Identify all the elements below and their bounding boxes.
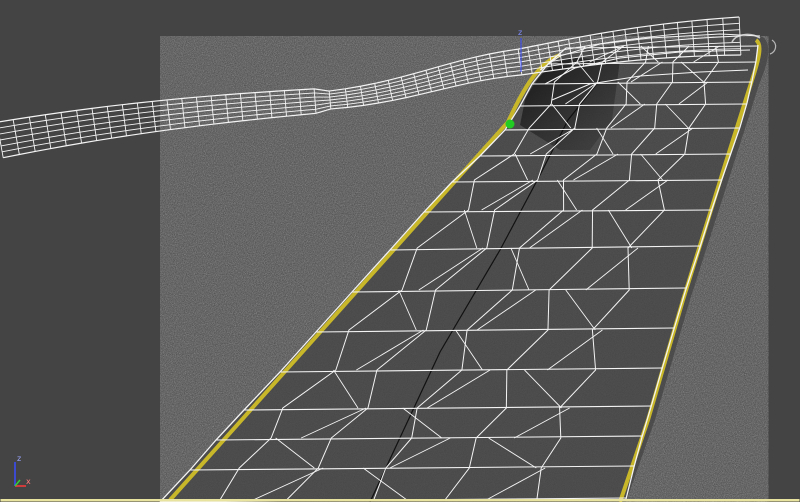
3d-viewport[interactable]: z z x: [0, 0, 800, 502]
viewport-scene[interactable]: z z x: [0, 0, 800, 502]
axis-x-label: x: [26, 477, 31, 486]
viewport-active-border: [0, 499, 800, 502]
target-gizmo-z-label: z: [518, 28, 522, 37]
pivot-point[interactable]: [505, 119, 515, 129]
axis-z-label: z: [17, 454, 21, 463]
axis-tripod-icon: z x: [14, 454, 31, 487]
